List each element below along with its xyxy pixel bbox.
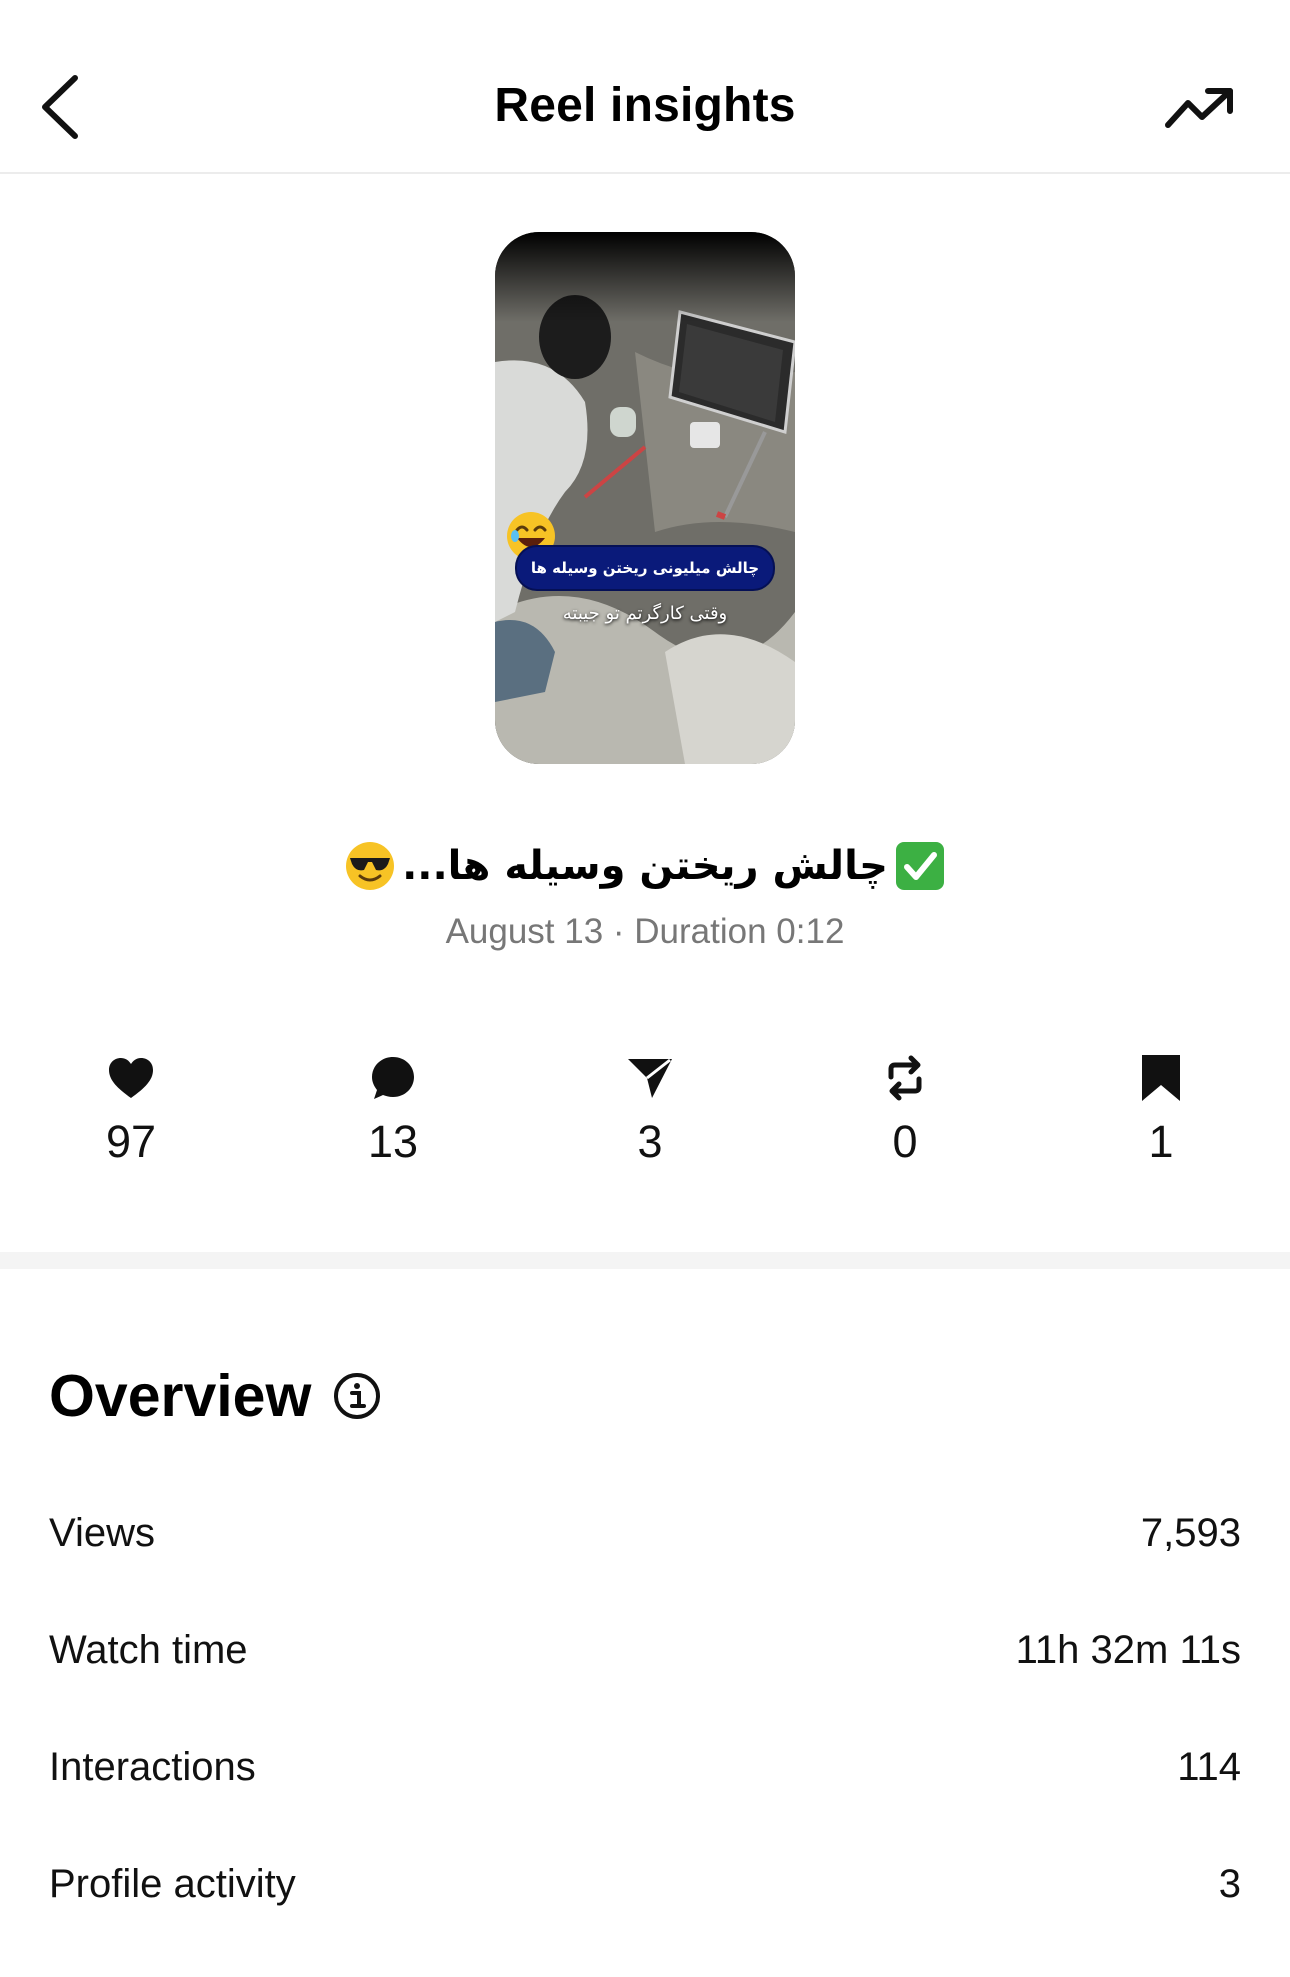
- trending-up-icon: [1165, 88, 1233, 128]
- metric-row-interactions[interactable]: Interactions 114: [49, 1732, 1241, 1802]
- stat-saves[interactable]: 1: [1081, 1050, 1241, 1168]
- reel-thumbnail[interactable]: چالش میلیونی ریختن وسیله ها وقتی کارگرتم…: [495, 232, 795, 764]
- reel-title: چالش ریختن وسیله ها...: [0, 840, 1290, 892]
- metric-label: Views: [49, 1510, 155, 1555]
- share-icon: [628, 1058, 672, 1098]
- stat-shares[interactable]: 3: [570, 1050, 730, 1168]
- likes-count: 97: [105, 1116, 157, 1167]
- metric-row-watch-time[interactable]: Watch time 11h 32m 11s: [49, 1615, 1241, 1685]
- stat-likes[interactable]: 97: [51, 1050, 211, 1168]
- caption-subline: وقتی کارگرتم تو جیبته: [562, 603, 728, 624]
- info-icon[interactable]: [333, 1372, 381, 1420]
- saves-count: 1: [1148, 1116, 1174, 1167]
- metric-row-profile-activity[interactable]: Profile activity 3: [49, 1849, 1241, 1919]
- heart-icon: [109, 1058, 153, 1098]
- trends-button[interactable]: [1160, 78, 1240, 138]
- metric-row-views[interactable]: Views 7,593: [49, 1498, 1241, 1568]
- repost-icon: [888, 1055, 922, 1101]
- bookmark-icon: [1142, 1055, 1180, 1101]
- caption-headline: چالش میلیونی ریختن وسیله ها: [517, 547, 773, 589]
- check-mark-icon: [895, 842, 944, 890]
- top-bar: Reel insights: [0, 0, 1290, 174]
- page-title: Reel insights: [494, 79, 796, 132]
- metric-label: Interactions: [49, 1744, 256, 1789]
- metric-label: Profile activity: [49, 1861, 296, 1906]
- section-divider: [0, 1252, 1290, 1269]
- overview-title: Overview: [49, 1363, 312, 1429]
- metric-value: 7,593: [1140, 1510, 1241, 1555]
- shares-count: 3: [637, 1116, 663, 1167]
- comments-count: 13: [367, 1116, 419, 1167]
- metric-value: 114: [1177, 1744, 1241, 1789]
- overview-heading: Overview: [49, 1362, 381, 1430]
- reel-thumbnail-image: [495, 232, 795, 764]
- reel-meta: August 13 · Duration 0:12: [445, 912, 845, 951]
- metric-value: 11h 32m 11s: [1015, 1627, 1241, 1672]
- stat-reposts[interactable]: 0: [825, 1050, 985, 1168]
- stat-comments[interactable]: 13: [313, 1050, 473, 1168]
- metric-value: 3: [1218, 1861, 1241, 1906]
- reposts-count: 0: [892, 1116, 918, 1167]
- sunglasses-face-icon: [346, 842, 395, 890]
- comment-icon: [372, 1057, 414, 1099]
- reel-title-text: چالش ریختن وسیله ها...: [402, 843, 888, 889]
- metric-label: Watch time: [49, 1627, 248, 1672]
- engagement-stats: 97 13 3 0 1: [0, 1050, 1290, 1180]
- thumbnail-caption: چالش میلیونی ریختن وسیله ها وقتی کارگرتم…: [517, 547, 773, 624]
